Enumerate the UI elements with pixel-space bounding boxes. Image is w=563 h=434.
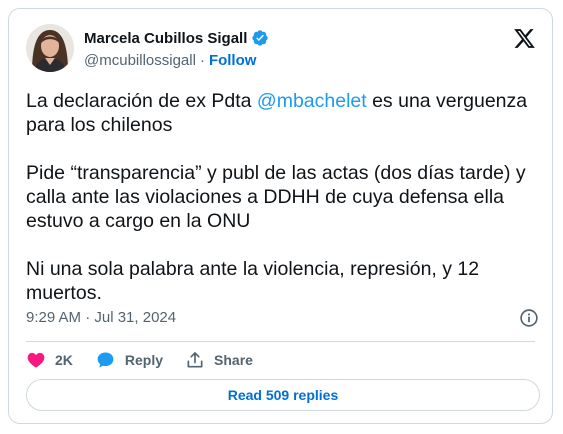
reply-label: Reply — [124, 352, 164, 368]
verified-badge-icon — [251, 29, 269, 47]
tweet-card: Marcela Cubillos Sigall @mcubillossigall… — [8, 8, 553, 424]
info-icon[interactable] — [518, 307, 540, 329]
separator-dot: · — [199, 52, 205, 69]
like-button[interactable]: 2K — [26, 350, 73, 370]
share-upload-icon — [187, 352, 203, 368]
heart-icon — [27, 352, 45, 368]
author-handle[interactable]: @mcubillossigall — [84, 52, 196, 69]
read-replies-button[interactable]: Read 509 replies — [26, 379, 540, 411]
tweet-text: La declaración de ex Pdta @mbachelet es … — [26, 89, 538, 305]
tweet-timestamp[interactable]: 9:29 AM · Jul 31, 2024 — [26, 309, 176, 326]
mention-link[interactable]: @mbachelet — [257, 90, 367, 112]
tweet-paragraph-1: La declaración de ex Pdta @mbachelet es … — [26, 89, 538, 137]
handle-row: @mcubillossigall · Follow — [84, 52, 256, 69]
action-bar: 2K Reply Share — [26, 348, 275, 372]
share-label: Share — [214, 352, 253, 368]
x-logo-icon[interactable] — [513, 27, 536, 50]
divider — [26, 341, 535, 342]
tweet-paragraph-3: Ni una sola palabra ante la violencia, r… — [26, 258, 480, 304]
reply-button[interactable]: Reply — [95, 350, 163, 370]
like-count: 2K — [55, 352, 73, 368]
author-name-row: Marcela Cubillos Sigall — [84, 29, 269, 47]
avatar[interactable] — [26, 24, 74, 72]
follow-button[interactable]: Follow — [209, 52, 257, 69]
tweet-paragraph-2: Pide “transparencia” y publ de las actas… — [26, 162, 526, 232]
share-button[interactable]: Share — [185, 350, 253, 370]
tweet-line1-prefix: La declaración de ex Pdta — [26, 90, 257, 112]
author-name[interactable]: Marcela Cubillos Sigall — [84, 30, 247, 47]
speech-bubble-icon — [97, 352, 114, 368]
